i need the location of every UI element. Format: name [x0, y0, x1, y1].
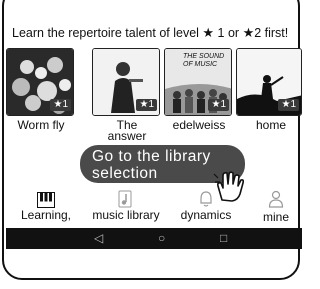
level-badge: ★1: [208, 99, 229, 111]
tab-label: dynamics: [180, 208, 232, 222]
person-icon: [268, 190, 284, 208]
system-nav-bar: ◁ ○ □: [6, 228, 302, 248]
level-badge: ★1: [278, 99, 299, 111]
tab-mine[interactable]: mine: [254, 188, 298, 224]
bell-icon: [200, 191, 212, 207]
tab-learning[interactable]: Learning,: [16, 188, 76, 222]
song-thumbnail[interactable]: ★1: [92, 48, 160, 116]
bottom-tab-bar: Learning, music library dynamics mine: [6, 188, 298, 229]
tab-label: Learning,: [20, 208, 72, 222]
song-card-worm-fly[interactable]: ★1 Worm fly: [6, 48, 76, 131]
badge-level: 1: [290, 99, 296, 110]
badge-level: 1: [220, 99, 226, 110]
music-note-icon: [118, 190, 132, 208]
thumb-title: THE SOUND OF MUSIC: [183, 53, 224, 69]
song-title-line2: answer: [107, 129, 147, 143]
header-level-2: 2 first!: [254, 26, 289, 40]
thumb-title-line2: OF MUSIC: [183, 61, 218, 68]
song-thumbnail[interactable]: ★1: [6, 48, 74, 116]
song-thumbnail[interactable]: THE SOUND OF MUSIC ★1: [164, 48, 232, 116]
level-badge: ★1: [136, 99, 157, 111]
tab-dynamics[interactable]: dynamics: [174, 188, 238, 222]
page-header: Learn the repertoire talent of level ★ 1…: [12, 25, 302, 41]
callout-line1: Go to the library: [92, 148, 211, 165]
star-icon: ★: [202, 25, 215, 40]
header-level-1: 1: [217, 26, 225, 40]
tab-music-library[interactable]: music library: [86, 188, 166, 222]
song-title: The answer: [92, 119, 162, 143]
song-card-list: ★1 Worm fly ★1 The answer THE SOUND OF M…: [6, 48, 306, 142]
badge-level: 1: [148, 99, 154, 110]
header-text: Learn the repertoire talent of level: [12, 26, 203, 40]
device-bottom-bezel: [6, 248, 302, 289]
tab-label: mine: [262, 210, 289, 224]
song-title: home: [255, 118, 287, 132]
song-card-home[interactable]: ★1 home: [236, 48, 306, 131]
back-icon[interactable]: ◁: [94, 231, 103, 245]
recent-apps-icon[interactable]: □: [220, 231, 227, 245]
song-card-the-answer[interactable]: ★1 The answer: [92, 48, 162, 142]
song-card-edelweiss[interactable]: THE SOUND OF MUSIC ★1 edelweiss: [164, 48, 234, 131]
star-icon: ★: [242, 25, 255, 40]
home-icon[interactable]: ○: [158, 231, 165, 245]
badge-level: 1: [62, 99, 68, 110]
header-or: or: [224, 26, 243, 40]
level-badge: ★1: [50, 99, 71, 111]
song-title: edelweiss: [172, 118, 226, 132]
song-title: Worm fly: [17, 118, 65, 132]
tab-label: music library: [92, 208, 160, 222]
thumb-title-line1: THE SOUND: [183, 53, 225, 60]
piano-icon: [37, 192, 55, 208]
song-thumbnail[interactable]: ★1: [236, 48, 302, 116]
